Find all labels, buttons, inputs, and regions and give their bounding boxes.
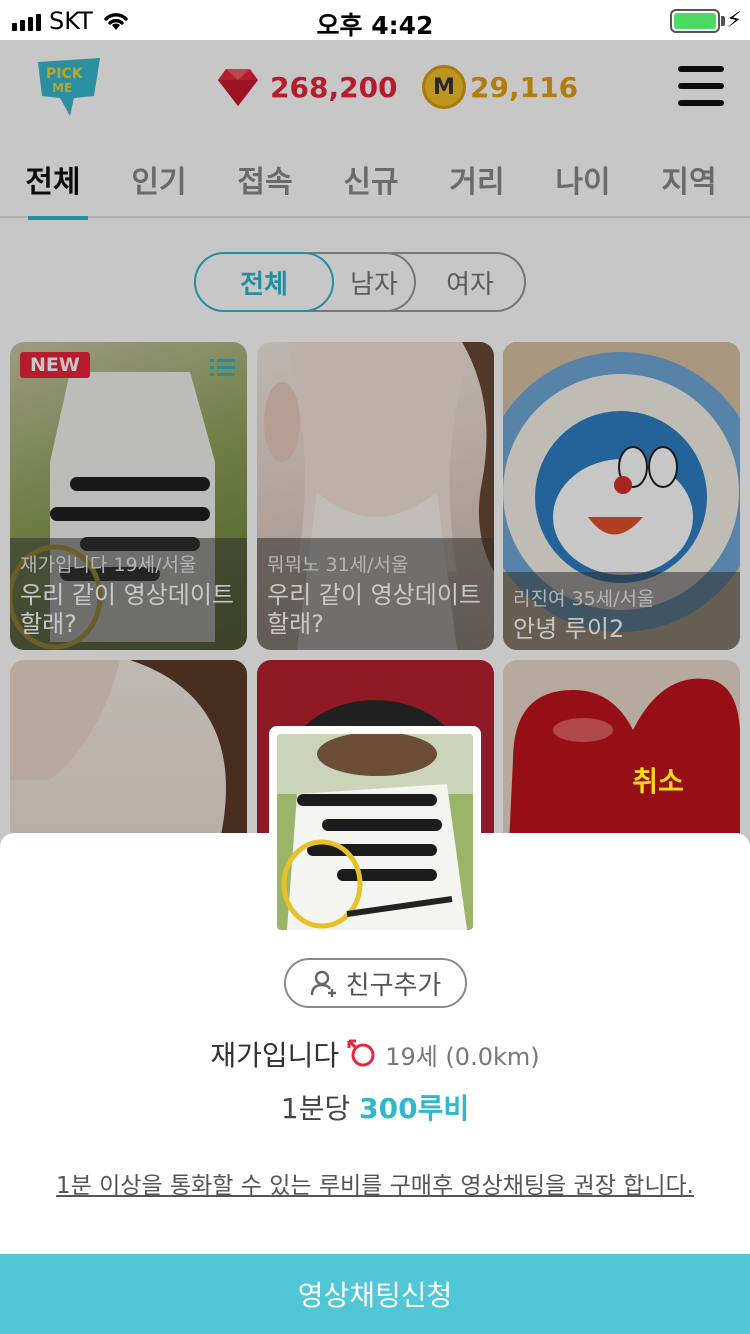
- profile-photo: [277, 734, 473, 930]
- purchase-notice-link[interactable]: 1분 이상을 통화할 수 있는 루비를 구매후 영상채팅을 권장 합니다.: [0, 1166, 750, 1200]
- rate-info: 1분당 300루비: [0, 1087, 750, 1127]
- cancel-button[interactable]: 취소: [616, 760, 700, 800]
- clock: 오후 4:42: [316, 11, 434, 40]
- add-person-icon: [310, 970, 336, 997]
- profile-photo-frame: [269, 726, 481, 938]
- battery-tip: [721, 16, 725, 26]
- profile-summary: 재가입니다 19세 (0.0km): [0, 1034, 750, 1074]
- status-bar: SKT 오후 4:42 ⚡: [0, 0, 750, 40]
- rate-prefix: 1분당: [280, 1092, 360, 1125]
- profile-name: 재가입니다: [210, 1039, 340, 1072]
- battery-icon: [670, 9, 720, 33]
- add-friend-label: 친구추가: [345, 970, 442, 1001]
- rate-value: 300루비: [359, 1092, 470, 1125]
- add-friend-button[interactable]: 친구추가: [284, 958, 467, 1008]
- profile-age-distance: 19세 (0.0km): [385, 1042, 540, 1071]
- video-chat-request-button[interactable]: 영상채팅신청: [0, 1254, 750, 1334]
- male-symbol-icon: [347, 1039, 375, 1067]
- charging-icon: ⚡: [726, 8, 742, 33]
